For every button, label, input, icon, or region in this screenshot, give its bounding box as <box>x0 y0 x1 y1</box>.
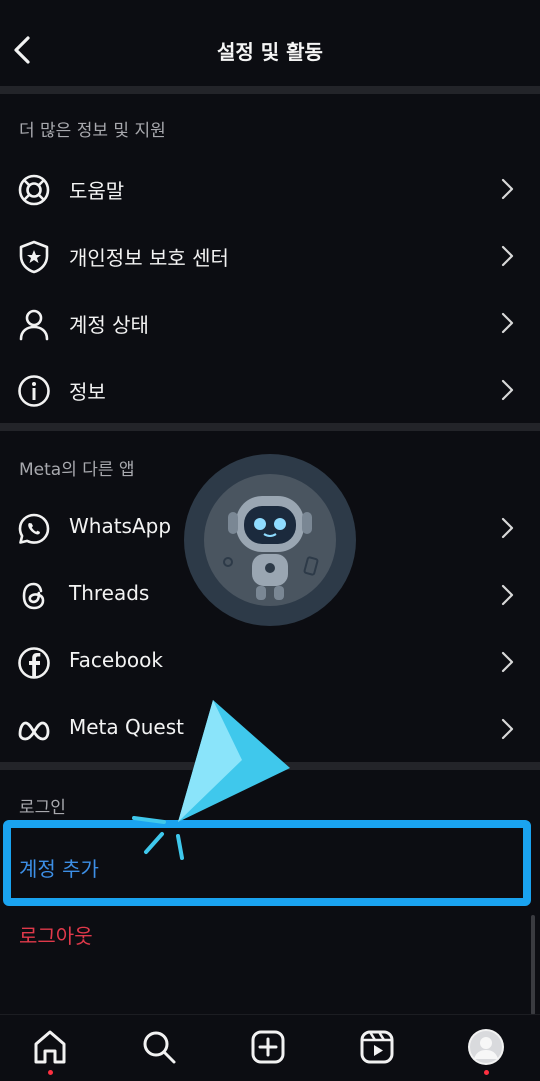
scrollbar[interactable] <box>531 915 535 1015</box>
row-help[interactable]: 도움말 <box>0 156 540 222</box>
row-label: Facebook <box>69 648 163 672</box>
row-about[interactable]: 정보 <box>0 357 540 423</box>
threads-icon <box>22 582 45 610</box>
row-label: 개인정보 보호 센터 <box>69 246 229 270</box>
pointer-arrow-image <box>132 700 290 860</box>
chevron-right-icon <box>501 312 514 334</box>
info-icon <box>18 375 50 407</box>
chevron-right-icon <box>501 584 514 606</box>
row-account-status[interactable]: 계정 상태 <box>0 290 540 356</box>
whatsapp-icon <box>18 513 50 544</box>
bottom-tab-bar <box>0 1014 540 1081</box>
facebook-icon <box>18 647 50 679</box>
create-plus-icon[interactable] <box>248 1027 288 1067</box>
row-privacy-center[interactable]: 개인정보 보호 센터 <box>0 223 540 289</box>
page-title: 설정 및 활동 <box>217 40 323 64</box>
row-label: WhatsApp <box>69 514 172 538</box>
row-label: 계정 상태 <box>69 313 149 337</box>
notification-dot <box>484 1070 489 1075</box>
section-label-more-info: 더 많은 정보 및 지원 <box>19 121 166 141</box>
section-divider <box>0 86 540 94</box>
row-label: 정보 <box>69 380 106 404</box>
meta-infinity-icon <box>18 721 50 741</box>
person-icon <box>19 309 49 341</box>
chevron-right-icon <box>501 379 514 401</box>
home-icon[interactable] <box>30 1027 70 1067</box>
chevron-right-icon <box>501 718 514 740</box>
section-label-login: 로그인 <box>19 798 66 818</box>
chevron-right-icon <box>501 245 514 267</box>
notification-dot <box>48 1070 53 1075</box>
robot-mascot-image <box>184 454 356 626</box>
logout-button[interactable]: 로그아웃 <box>19 920 93 949</box>
section-label-meta-apps: Meta의 다른 앱 <box>19 460 135 480</box>
reels-icon[interactable] <box>357 1027 397 1067</box>
chevron-right-icon <box>501 651 514 673</box>
lifebuoy-icon <box>18 174 50 206</box>
shield-star-icon <box>19 240 49 274</box>
row-label: 도움말 <box>69 179 125 203</box>
search-icon[interactable] <box>139 1027 179 1067</box>
chevron-right-icon <box>501 517 514 539</box>
row-label: Threads <box>69 581 150 605</box>
header: 설정 및 활동 <box>0 0 540 96</box>
profile-avatar-icon[interactable] <box>466 1027 506 1067</box>
row-facebook[interactable]: Facebook <box>0 629 540 695</box>
chevron-right-icon <box>501 178 514 200</box>
section-divider <box>0 423 540 431</box>
